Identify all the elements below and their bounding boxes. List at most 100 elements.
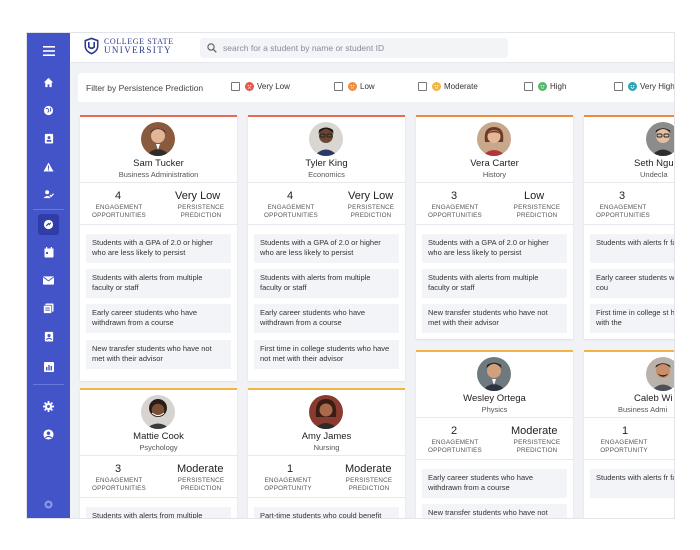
student-card[interactable]: Mattie Cook Psychology 3 ENGAGEMENT OPPOR…: [80, 388, 237, 518]
filter-option-label: Low: [360, 82, 375, 91]
student-card[interactable]: Amy James Nursing 1 ENGAGEMENT OPPORTUNIT…: [248, 388, 405, 518]
filter-option-very-low[interactable]: Very Low: [231, 82, 290, 91]
engagement-label: ENGAGEMENT OPPORTUNITIES: [596, 204, 650, 219]
filter-option-high[interactable]: High: [524, 82, 566, 91]
avatar: [309, 122, 343, 156]
student-card[interactable]: Sam Tucker Business Administration 4 ENG…: [80, 115, 237, 381]
filter-option-moderate[interactable]: Moderate: [418, 82, 478, 91]
menu-icon[interactable]: [38, 40, 59, 61]
alert-item[interactable]: Students with alerts fr faculty or staff: [590, 234, 674, 263]
persistence-label: PERSISTENCE PREDICTION: [177, 204, 225, 219]
engagement-label: ENGAGEMENT OPPORTUNITY: [600, 439, 648, 454]
app-frame: COLLEGE STATE UNIVERSITY Filter by Persi…: [26, 32, 675, 519]
alert-item[interactable]: Students with a GPA of 2.0 or higher who…: [422, 234, 567, 263]
user-check-icon[interactable]: [38, 184, 59, 205]
avatar: [477, 122, 511, 156]
checkbox[interactable]: [614, 82, 623, 91]
documents-icon[interactable]: [38, 298, 59, 319]
student-name[interactable]: Sam Tucker: [80, 158, 237, 169]
persistence-value: Very Low: [175, 190, 221, 202]
student-major: Economics: [308, 170, 345, 179]
persistence-label: PERSISTENCE PREDICTION: [513, 204, 561, 219]
prediction-icon[interactable]: [38, 214, 59, 235]
student-major: History: [482, 170, 507, 179]
student-name[interactable]: Tyler King: [248, 158, 405, 169]
home-icon[interactable]: [38, 72, 59, 93]
engagement-count: 2: [451, 425, 458, 437]
alert-item[interactable]: Early career students who have withdrawn…: [86, 304, 231, 333]
checkbox[interactable]: [418, 82, 427, 91]
checkbox[interactable]: [334, 82, 343, 91]
calendar-icon[interactable]: [38, 242, 59, 263]
student-name[interactable]: Seth Ngu: [634, 158, 674, 169]
account-icon[interactable]: [38, 424, 59, 445]
alert-item[interactable]: Early career students who have withdrawn…: [422, 469, 567, 498]
shield-logo-icon: [84, 37, 99, 55]
persistence-value: Moderate: [177, 463, 224, 475]
student-major: Undecla: [640, 170, 668, 179]
checkbox[interactable]: [524, 82, 533, 91]
globe-icon[interactable]: [38, 100, 59, 121]
student-name[interactable]: Vera Carter: [416, 158, 573, 169]
persistence-label: PERSISTENCE PREDICTION: [177, 477, 225, 492]
engagement-count: 4: [287, 190, 294, 202]
settings-gear-icon[interactable]: [38, 396, 59, 417]
alert-item[interactable]: New transfer students who have not: [422, 504, 567, 518]
reports-icon[interactable]: [38, 356, 59, 377]
avatar: [477, 357, 511, 391]
filter-bar: Filter by Persistence Prediction Very Lo…: [78, 73, 674, 102]
alert-item[interactable]: Students with a GPA of 2.0 or higher who…: [86, 234, 231, 263]
alert-item[interactable]: Students with alerts from multiple facul…: [422, 269, 567, 298]
engagement-count: 3: [115, 463, 122, 475]
alert-item[interactable]: Students with alerts from multiple: [86, 507, 231, 518]
student-major: Business Admi: [618, 405, 668, 414]
student-card[interactable]: Vera Carter History 3 ENGAGEMENT OPPORTUN…: [416, 115, 573, 339]
alert-item[interactable]: Students with alerts fr faculty or staff: [590, 469, 674, 498]
filter-option-low[interactable]: Low: [334, 82, 375, 91]
alert-item[interactable]: New transfer students who have not met w…: [422, 304, 567, 333]
student-name[interactable]: Caleb Wi: [634, 393, 674, 404]
search-input[interactable]: [223, 43, 493, 53]
student-card[interactable]: Seth Ngu Undecla 3 ENGAGEMENT OPPORTUNITI…: [584, 115, 674, 339]
alert-item[interactable]: Students with a GPA of 2.0 or higher who…: [254, 234, 399, 263]
student-card[interactable]: Wesley Ortega Physics 2 ENGAGEMENT OPPORT…: [416, 350, 573, 518]
contact-card-icon[interactable]: [38, 326, 59, 347]
alert-item[interactable]: First time in college st have not met wi…: [590, 304, 674, 333]
engagement-count: 1: [622, 425, 629, 437]
student-name[interactable]: Wesley Ortega: [416, 393, 573, 404]
top-bar: COLLEGE STATE UNIVERSITY: [70, 33, 674, 63]
student-card[interactable]: Caleb Wi Business Admi 1 ENGAGEMENT OPPOR…: [584, 350, 674, 518]
engagement-count: 3: [619, 190, 626, 202]
persistence-label: PERSISTENCE PREDICTION: [513, 439, 561, 454]
avatar: [309, 395, 343, 429]
search-icon: [207, 43, 217, 53]
filter-option-label: Moderate: [444, 82, 478, 91]
engagement-label: ENGAGEMENT OPPORTUNITIES: [264, 204, 318, 219]
filter-option-very-high[interactable]: Very High: [614, 82, 674, 91]
warning-icon[interactable]: [38, 156, 59, 177]
student-name[interactable]: Mattie Cook: [80, 431, 237, 442]
alert-item[interactable]: First time in college students who have …: [254, 340, 399, 369]
alert-item[interactable]: New transfer students who have not met w…: [86, 340, 231, 369]
student-name[interactable]: Amy James: [248, 431, 405, 442]
id-badge-icon[interactable]: [38, 128, 59, 149]
mail-icon[interactable]: [38, 270, 59, 291]
student-major: Psychology: [139, 443, 178, 452]
student-search[interactable]: [200, 38, 508, 58]
filter-option-label: High: [550, 82, 567, 91]
engagement-count: 1: [287, 463, 294, 475]
alert-item[interactable]: Early career students withdrawn from a c…: [590, 269, 674, 298]
alert-item[interactable]: Early career students who have withdrawn…: [254, 304, 399, 333]
university-logo[interactable]: COLLEGE STATE UNIVERSITY: [84, 37, 174, 55]
student-card[interactable]: Tyler King Economics 4 ENGAGEMENT OPPORTU…: [248, 115, 405, 381]
help-icon[interactable]: [38, 494, 59, 515]
checkbox[interactable]: [231, 82, 240, 91]
alert-item[interactable]: Part-time students who could benefit: [254, 507, 399, 518]
logo-line-2: UNIVERSITY: [104, 45, 172, 55]
engagement-count: 4: [115, 190, 122, 202]
avatar: [646, 122, 674, 156]
high-face-icon: [538, 82, 547, 91]
very-low-face-icon: [245, 82, 254, 91]
alert-item[interactable]: Students with alerts from multiple facul…: [254, 269, 399, 298]
alert-item[interactable]: Students with alerts from multiple facul…: [86, 269, 231, 298]
